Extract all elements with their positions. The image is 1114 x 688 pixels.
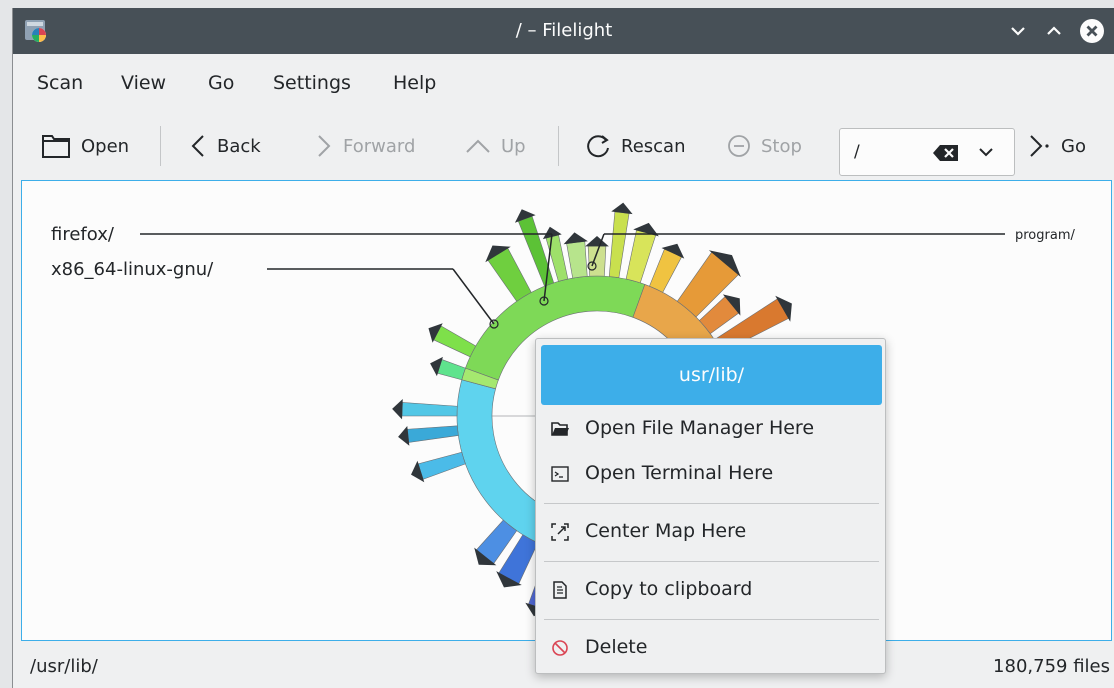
map-segment[interactable] bbox=[625, 229, 657, 284]
close-button[interactable] bbox=[1077, 16, 1107, 46]
delete-item[interactable]: Delete bbox=[536, 626, 885, 670]
chevron-up-icon bbox=[466, 139, 490, 153]
map-segment-overflow-marker bbox=[585, 236, 609, 247]
forward-button[interactable]: Forward bbox=[315, 128, 415, 164]
menu-view[interactable]: View bbox=[121, 72, 166, 94]
toolbar-separator bbox=[160, 126, 161, 166]
menu-settings[interactable]: Settings bbox=[273, 72, 351, 94]
back-button[interactable]: Back bbox=[189, 128, 261, 164]
context-menu: usr/lib/ Open File Manager Here Open Ter… bbox=[535, 338, 886, 674]
window-title: / – Filelight bbox=[515, 20, 613, 41]
map-segment[interactable] bbox=[587, 245, 607, 277]
refresh-icon bbox=[587, 135, 609, 158]
chevron-left-icon bbox=[191, 135, 204, 157]
map-segment[interactable] bbox=[401, 402, 458, 417]
open-terminal-item[interactable]: Open Terminal Here bbox=[536, 452, 885, 496]
map-segment[interactable] bbox=[417, 451, 466, 480]
copy-icon bbox=[553, 581, 567, 599]
map-segment[interactable] bbox=[608, 211, 630, 279]
clear-text-icon[interactable] bbox=[932, 143, 960, 163]
main-toolbar: Open Back Forward Up Rescan Stop / Go bbox=[13, 118, 1114, 176]
map-segment-overflow-marker bbox=[611, 202, 633, 215]
map-segment[interactable] bbox=[649, 248, 682, 293]
status-path: /usr/lib/ bbox=[30, 656, 98, 677]
center-map-item[interactable]: Center Map Here bbox=[536, 510, 885, 554]
path-combobox[interactable]: / bbox=[839, 128, 1015, 176]
path-input[interactable]: / bbox=[854, 142, 860, 162]
close-icon bbox=[1080, 19, 1104, 43]
open-file-manager-item[interactable]: Open File Manager Here bbox=[536, 407, 885, 451]
status-file-count: 180,759 files bbox=[993, 656, 1110, 677]
map-label-x86[interactable]: x86_64-linux-gnu/ bbox=[51, 259, 214, 280]
chevron-up-icon bbox=[1047, 26, 1061, 35]
menu-separator bbox=[544, 503, 879, 504]
chevron-right-icon bbox=[318, 135, 331, 157]
go-button[interactable]: Go bbox=[1027, 128, 1086, 164]
chevron-down-icon[interactable] bbox=[978, 146, 994, 158]
title-bar[interactable]: / – Filelight bbox=[13, 8, 1114, 54]
context-menu-title[interactable]: usr/lib/ bbox=[541, 345, 882, 405]
maximize-button[interactable] bbox=[1039, 16, 1069, 46]
open-button[interactable]: Open bbox=[41, 128, 129, 164]
folder-icon bbox=[42, 135, 70, 158]
map-segment[interactable] bbox=[566, 241, 588, 279]
up-button[interactable]: Up bbox=[465, 128, 526, 164]
stop-icon bbox=[728, 135, 750, 157]
minimize-button[interactable] bbox=[1003, 16, 1033, 46]
map-label-firefox[interactable]: firefox/ bbox=[51, 224, 115, 245]
map-segment[interactable] bbox=[407, 425, 459, 443]
zoom-fit-icon bbox=[551, 523, 569, 541]
menu-go[interactable]: Go bbox=[208, 72, 234, 94]
folder-open-icon bbox=[551, 422, 569, 436]
map-segment-overflow-marker bbox=[392, 399, 403, 420]
map-segment[interactable] bbox=[517, 215, 555, 287]
stop-button[interactable]: Stop bbox=[727, 128, 802, 164]
menu-help[interactable]: Help bbox=[393, 72, 436, 94]
map-label-program[interactable]: program/ bbox=[1015, 228, 1075, 243]
terminal-icon bbox=[551, 466, 569, 482]
map-segment-overflow-marker bbox=[398, 425, 410, 446]
chevron-down-icon bbox=[1011, 27, 1025, 36]
toolbar-separator bbox=[558, 126, 559, 166]
go-arrow-icon bbox=[1030, 135, 1049, 157]
delete-icon bbox=[552, 640, 568, 656]
rescan-button[interactable]: Rescan bbox=[585, 128, 686, 164]
menu-separator bbox=[544, 619, 879, 620]
menu-bar: Scan View Go Settings Help bbox=[13, 66, 1114, 106]
copy-to-clipboard-item[interactable]: Copy to clipboard bbox=[536, 568, 885, 612]
map-segment[interactable] bbox=[433, 325, 477, 358]
map-segment[interactable] bbox=[437, 359, 466, 381]
menu-separator bbox=[544, 561, 879, 562]
menu-scan[interactable]: Scan bbox=[37, 72, 83, 94]
